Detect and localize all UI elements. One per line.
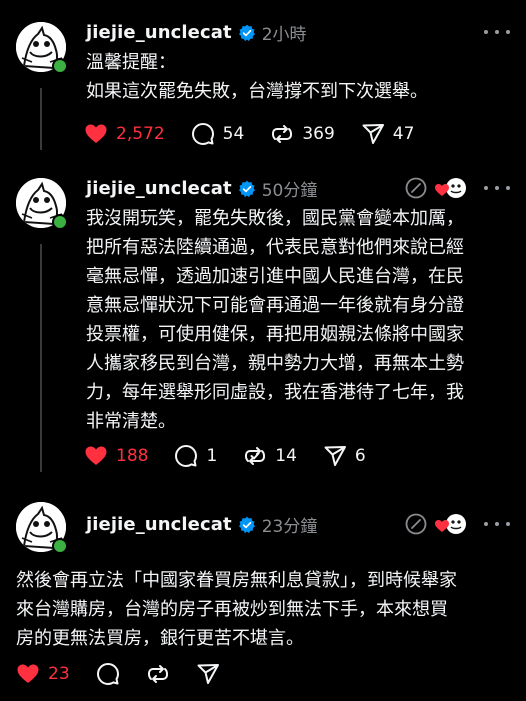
like-count: 23	[48, 664, 70, 684]
thread-post-1: jiejie_unclecat 2小時 溫馨提醒： 如果這次罷免失敗，台灣撐不到…	[0, 0, 526, 160]
reply-icon	[96, 663, 119, 685]
more-icon[interactable]	[484, 516, 510, 532]
repost-button[interactable]: 369	[270, 122, 335, 146]
share-button[interactable]	[196, 662, 220, 686]
like-count: 2,572	[116, 124, 165, 144]
post-text: 溫馨提醒： 如果這次罷免失敗，台灣撐不到下次選舉。	[86, 52, 428, 102]
username[interactable]: jiejie_unclecat	[86, 514, 232, 535]
reply-button[interactable]: 1	[174, 444, 217, 468]
more-icon[interactable]	[484, 24, 510, 40]
reply-button[interactable]: 54	[191, 122, 245, 146]
post-text: 然後會再立法「中國家眷買房無利息貸款」，到時候舉家 來台灣購房，台灣的房子再被炒…	[16, 570, 457, 649]
reply-icon	[191, 123, 214, 145]
heart-icon	[85, 446, 107, 465]
like-button[interactable]: 2,572	[84, 122, 165, 146]
thread-post-3: jiejie_unclecat 23分鐘 然後會再立法「中國家眷買房無利息貸款」…	[0, 490, 526, 701]
like-button[interactable]: 188	[84, 444, 148, 468]
share-button[interactable]: 47	[361, 122, 415, 146]
thread-connector-line	[40, 244, 42, 472]
reply-icon	[175, 445, 198, 467]
repost-icon	[245, 447, 266, 465]
reply-button[interactable]	[96, 662, 120, 686]
share-icon	[362, 124, 384, 144]
online-status-dot	[52, 58, 68, 74]
quote-indicator[interactable]	[404, 176, 468, 200]
username[interactable]: jiejie_unclecat	[86, 22, 232, 43]
online-status-dot	[52, 214, 68, 230]
post-header: jiejie_unclecat 50分鐘	[86, 176, 317, 201]
share-count: 6	[354, 446, 366, 466]
repost-icon	[272, 125, 293, 143]
liked-by-author-icon	[435, 178, 466, 198]
post-time: 50分鐘	[261, 181, 318, 201]
verified-badge-icon	[238, 180, 255, 197]
thread-post-2: jiejie_unclecat 50分鐘 我沒開玩笑，罷免失敗後，國民黨會變本加…	[0, 160, 526, 490]
repost-count: 14	[275, 446, 297, 466]
more-icon[interactable]	[484, 180, 510, 196]
post-time: 2小時	[261, 25, 307, 45]
thread-connector-line	[40, 88, 42, 150]
verified-badge-icon	[238, 516, 255, 533]
reply-count: 1	[206, 446, 218, 466]
share-button[interactable]: 6	[323, 444, 366, 468]
heart-icon	[85, 124, 107, 143]
heart-icon	[17, 664, 39, 683]
post-time: 23分鐘	[261, 517, 318, 537]
reply-count: 54	[222, 124, 245, 144]
post-actions: 188 1 14 6	[84, 444, 392, 468]
repost-button[interactable]: 14	[243, 444, 297, 468]
quote-icon	[405, 177, 427, 199]
username[interactable]: jiejie_unclecat	[86, 178, 232, 199]
post-actions: 2,572 54 369 47	[84, 122, 440, 146]
verified-badge-icon	[238, 24, 255, 41]
post-actions: 23	[16, 662, 246, 686]
share-count: 47	[392, 124, 415, 144]
liked-by-author-icon	[435, 514, 466, 534]
share-icon	[197, 664, 219, 684]
repost-button[interactable]	[146, 662, 170, 686]
post-header: jiejie_unclecat 2小時	[86, 20, 307, 45]
repost-icon	[147, 665, 168, 683]
repost-count: 369	[302, 124, 335, 144]
like-button[interactable]: 23	[16, 662, 70, 686]
post-header: jiejie_unclecat 23分鐘	[86, 512, 317, 537]
like-count: 188	[116, 446, 149, 466]
share-icon	[324, 446, 346, 466]
quote-icon	[405, 513, 427, 535]
post-text: 我沒開玩笑，罷免失敗後，國民黨會變本加厲， 把所有惡法陸續通過，代表民意對他們來…	[86, 208, 464, 432]
online-status-dot	[52, 538, 68, 554]
quote-indicator[interactable]	[404, 512, 468, 536]
